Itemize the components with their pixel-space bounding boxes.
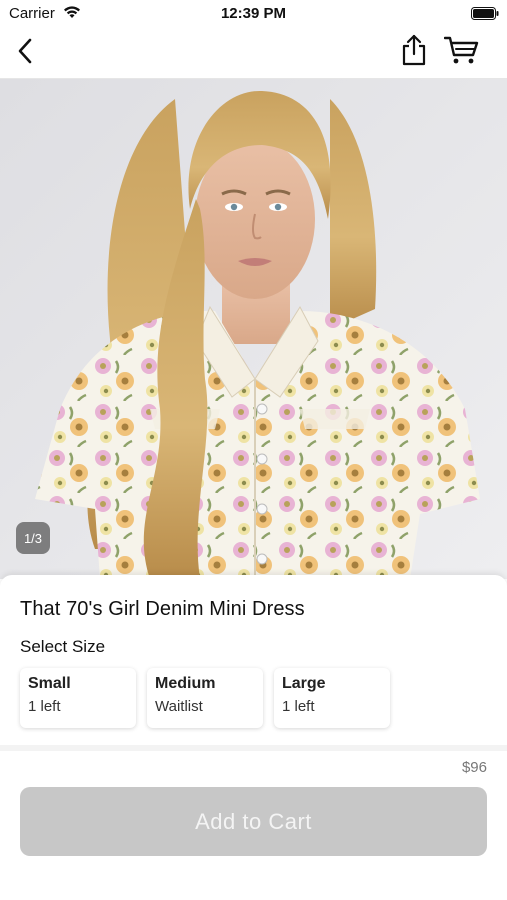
size-name: Medium — [155, 675, 216, 692]
size-stock: 1 left — [28, 698, 61, 715]
size-option-small[interactable]: Small 1 left — [20, 668, 136, 728]
section-divider — [0, 745, 507, 751]
image-counter: 1/3 — [16, 522, 50, 554]
add-to-cart-button[interactable]: Add to Cart — [20, 787, 487, 856]
nav-bar — [0, 28, 507, 78]
battery-icon — [471, 7, 499, 20]
size-name: Small — [28, 675, 71, 692]
share-icon — [401, 34, 427, 71]
size-name: Large — [282, 675, 326, 692]
product-image[interactable] — [0, 79, 507, 579]
product-details-sheet: That 70's Girl Denim Mini Dress Select S… — [0, 575, 507, 900]
status-time: 12:39 PM — [220, 5, 287, 22]
status-bar: Carrier 12:39 PM — [0, 0, 507, 28]
cart-button[interactable] — [443, 35, 481, 69]
size-stock: Waitlist — [155, 698, 203, 715]
back-chevron-icon — [17, 38, 33, 69]
product-title: That 70's Girl Denim Mini Dress — [20, 598, 305, 620]
cart-icon — [443, 35, 480, 70]
size-heading: Select Size — [20, 637, 106, 656]
size-option-large[interactable]: Large 1 left — [274, 668, 390, 728]
share-button[interactable] — [398, 34, 430, 70]
size-options: Small 1 left Medium Waitlist Large 1 lef… — [20, 668, 390, 728]
size-stock: 1 left — [282, 698, 315, 715]
back-button[interactable] — [10, 36, 40, 70]
size-option-medium[interactable]: Medium Waitlist — [147, 668, 263, 728]
product-price: $96 — [461, 759, 487, 776]
